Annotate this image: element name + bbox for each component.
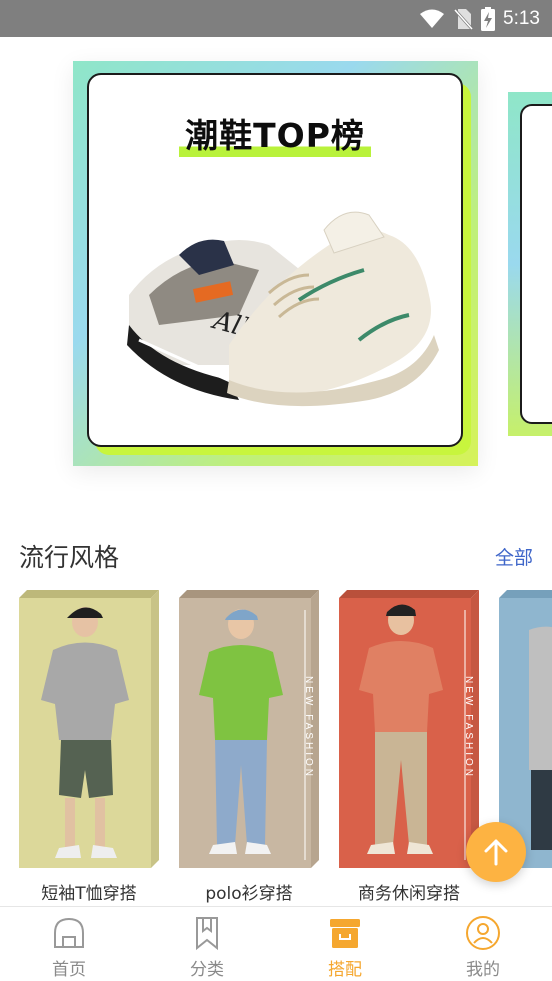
- banner-title: 潮鞋TOP榜: [179, 109, 371, 157]
- banner-card[interactable]: 潮鞋TOP榜 Allena: [73, 61, 478, 466]
- style-label: 短袖T恤穿搭: [41, 884, 137, 904]
- style-label: 棉服: [499, 879, 552, 904]
- nav-label: 我的: [466, 960, 500, 980]
- style-card-polo[interactable]: NEW FASHION polo衫穿搭: [179, 590, 319, 908]
- style-card-business[interactable]: NEW FASHION 商务休闲穿搭: [339, 590, 479, 908]
- nav-label: 搭配: [328, 960, 362, 980]
- style-image-polo: [179, 590, 319, 868]
- home-icon: [54, 917, 84, 948]
- side-text: NEW FASHION: [463, 676, 474, 780]
- bottom-nav: 首页 分类 搭配 我的: [0, 906, 552, 981]
- wifi-icon: [420, 9, 445, 28]
- no-sim-icon: [453, 8, 474, 30]
- nav-item-category[interactable]: 分类: [138, 907, 276, 981]
- arrow-up-icon: [484, 839, 508, 866]
- banner-card-next[interactable]: [508, 92, 552, 436]
- style-label: polo衫穿搭: [205, 884, 293, 904]
- sneakers-image: Allena: [127, 211, 439, 407]
- nav-item-profile[interactable]: 我的: [414, 907, 552, 981]
- nav-item-outfit[interactable]: 搭配: [276, 907, 414, 981]
- box-icon: [330, 919, 360, 948]
- banner-carousel[interactable]: 潮鞋TOP榜 Allena: [0, 37, 552, 492]
- style-image-tshirt: [19, 590, 159, 868]
- bookmark-icon: [196, 917, 218, 951]
- scroll-to-top-button[interactable]: [466, 822, 526, 882]
- status-time: 5:13: [503, 7, 540, 29]
- view-all-link[interactable]: 全部: [495, 543, 533, 570]
- style-image-business: [339, 590, 479, 868]
- side-text: NEW FASHION: [303, 676, 314, 780]
- status-bar: 5:13: [0, 0, 552, 37]
- status-icons: 5:13: [419, 0, 540, 37]
- style-card-tshirt[interactable]: 短袖T恤穿搭: [19, 590, 159, 908]
- section-title: 流行风格: [19, 543, 120, 572]
- style-label: 商务休闲穿搭: [358, 884, 460, 904]
- nav-item-home[interactable]: 首页: [0, 907, 138, 981]
- battery-charging-icon: [481, 6, 496, 31]
- nav-label: 分类: [190, 960, 224, 980]
- nav-label: 首页: [52, 960, 86, 980]
- profile-icon: [466, 916, 500, 950]
- banner-card-inner: 潮鞋TOP榜 Allena: [87, 73, 463, 447]
